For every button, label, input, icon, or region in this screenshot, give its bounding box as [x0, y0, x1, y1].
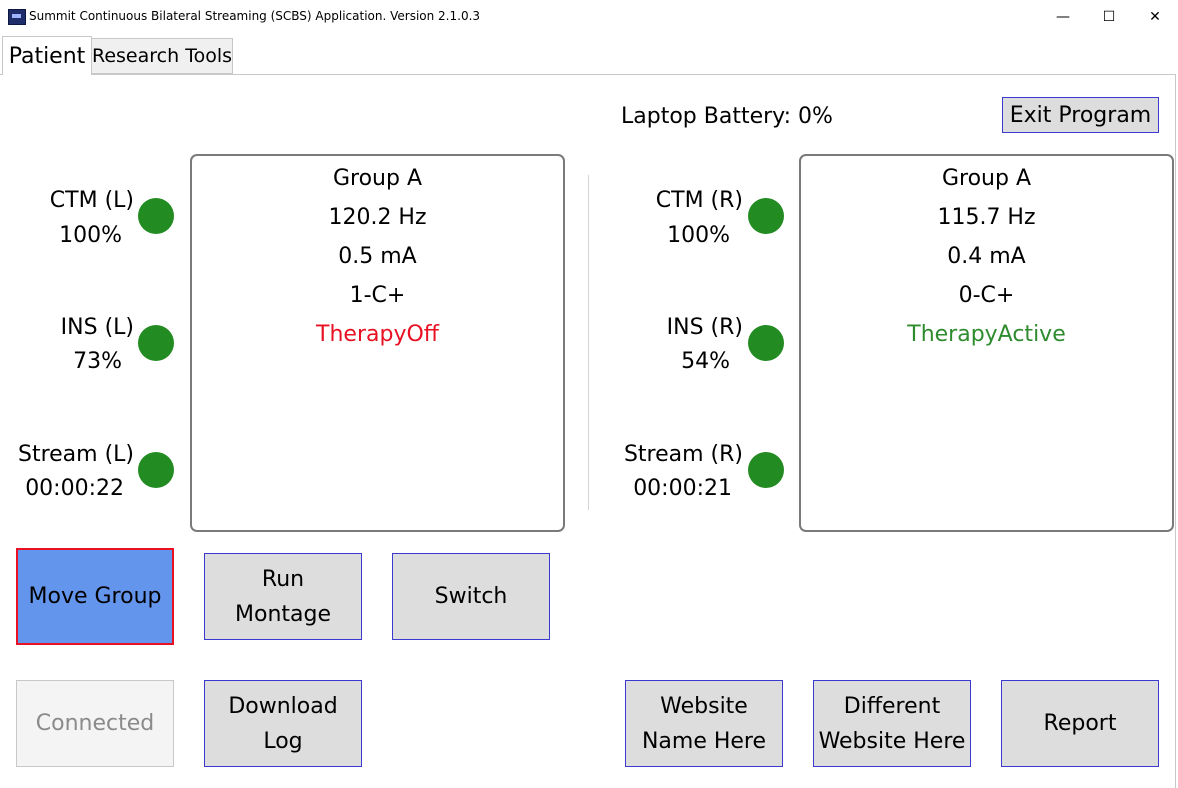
- website-label-line2: Name Here: [641, 728, 767, 754]
- ins-right-value: 54%: [681, 349, 730, 374]
- website-label-line1: Website: [660, 693, 748, 719]
- report-button[interactable]: Report: [1001, 680, 1159, 767]
- stream-right-status-indicator: [748, 452, 784, 488]
- side-divider: [588, 175, 589, 510]
- stream-left-label: Stream (L): [17, 442, 134, 467]
- exit-program-label: Exit Program: [1009, 102, 1152, 128]
- exit-program-button[interactable]: Exit Program: [1002, 97, 1159, 133]
- move-group-label: Move Group: [28, 584, 162, 609]
- left-amplitude: 0.5 mA: [338, 244, 417, 269]
- ctm-right-status-indicator: [748, 198, 784, 234]
- right-therapy-panel: Group A 115.7 Hz 0.4 mA 0-C+ TherapyActi…: [799, 154, 1174, 532]
- connected-button[interactable]: Connected: [16, 680, 174, 767]
- app-icon: [8, 9, 26, 25]
- ctm-left-label: CTM (L): [49, 188, 134, 213]
- tab-patient[interactable]: Patient: [2, 36, 92, 75]
- ins-left-status-indicator: [138, 325, 174, 361]
- window-title: Summit Continuous Bilateral Streaming (S…: [29, 9, 481, 23]
- ins-left-label: INS (L): [60, 315, 134, 340]
- ctm-right-value: 100%: [667, 223, 730, 248]
- website-name-button[interactable]: Website Name Here: [625, 680, 783, 767]
- different-website-label-line2: Website Here: [818, 728, 966, 754]
- left-therapy-status: TherapyOff: [316, 322, 439, 347]
- minimize-icon[interactable]: —: [1040, 0, 1086, 33]
- ctm-left-value: 100%: [59, 223, 122, 248]
- right-therapy-status: TherapyActive: [907, 322, 1066, 347]
- switch-button[interactable]: Switch: [392, 553, 550, 640]
- title-bar: Summit Continuous Bilateral Streaming (S…: [0, 0, 1178, 33]
- left-therapy-panel: Group A 120.2 Hz 0.5 mA 1-C+ TherapyOff: [190, 154, 565, 532]
- stream-right-value: 00:00:21: [633, 476, 732, 501]
- different-website-label-line1: Different: [843, 693, 941, 719]
- stream-left-status-indicator: [138, 452, 174, 488]
- move-group-button[interactable]: Move Group: [16, 548, 174, 645]
- tab-research-tools[interactable]: Research Tools: [91, 38, 233, 74]
- ctm-right-label: CTM (R): [655, 188, 743, 213]
- right-group-label: Group A: [941, 166, 1032, 191]
- left-group-label: Group A: [332, 166, 423, 191]
- run-montage-label-line1: Run: [261, 566, 305, 592]
- ins-right-label: INS (R): [666, 315, 743, 340]
- download-log-label-line2: Log: [263, 728, 303, 754]
- ins-right-status-indicator: [748, 325, 784, 361]
- stream-left-value: 00:00:22: [25, 476, 124, 501]
- left-electrodes: 1-C+: [349, 283, 406, 308]
- right-frequency: 115.7 Hz: [937, 205, 1036, 230]
- different-website-button[interactable]: Different Website Here: [813, 680, 971, 767]
- stream-right-label: Stream (R): [623, 442, 743, 467]
- left-frequency: 120.2 Hz: [328, 205, 427, 230]
- ins-left-value: 73%: [73, 349, 122, 374]
- right-amplitude: 0.4 mA: [947, 244, 1026, 269]
- connected-label: Connected: [35, 711, 155, 736]
- right-electrodes: 0-C+: [958, 283, 1015, 308]
- download-log-button[interactable]: Download Log: [204, 680, 362, 767]
- close-icon[interactable]: ✕: [1132, 0, 1178, 33]
- download-log-label-line1: Download: [228, 693, 338, 719]
- report-label: Report: [1043, 711, 1117, 736]
- laptop-battery-status: Laptop Battery: 0%: [621, 104, 833, 129]
- ctm-left-status-indicator: [138, 198, 174, 234]
- maximize-icon[interactable]: ☐: [1086, 0, 1132, 33]
- run-montage-label-line2: Montage: [235, 601, 331, 627]
- switch-label: Switch: [434, 584, 508, 609]
- run-montage-button[interactable]: Run Montage: [204, 553, 362, 640]
